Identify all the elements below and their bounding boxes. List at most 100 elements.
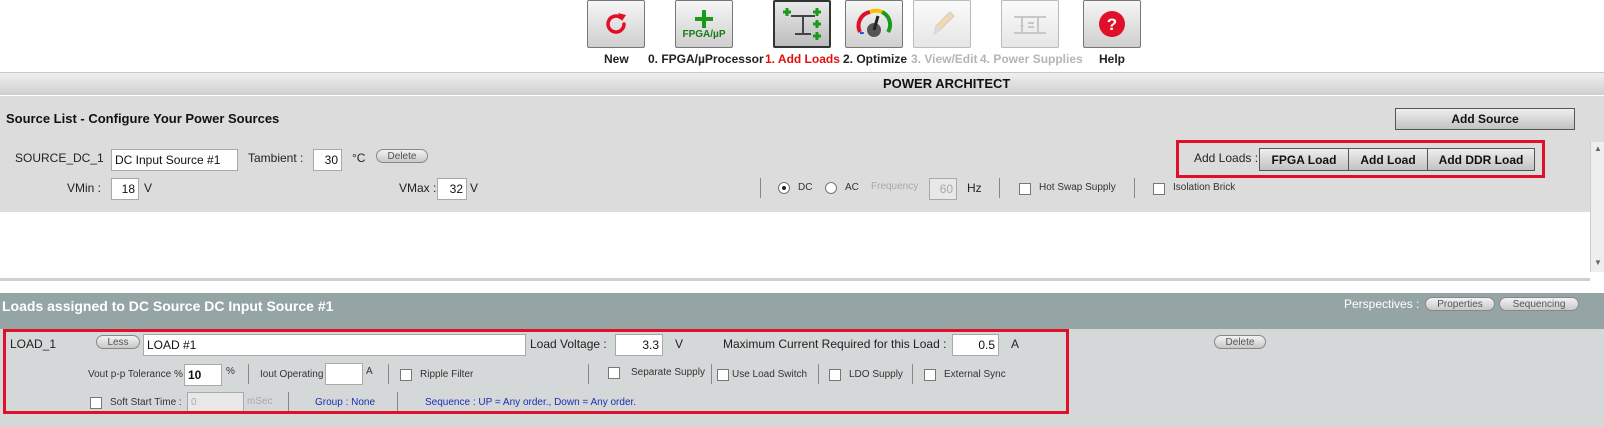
iout-input[interactable] [325,363,363,385]
power-supplies-button[interactable] [1001,0,1059,48]
load-delete-button[interactable]: Delete [1214,335,1266,349]
vmax-label: VMax : [399,181,437,195]
group-text: Group : None [315,397,376,408]
fpga-button[interactable]: FPGA/µP [675,0,733,48]
tambient-input[interactable] [313,149,342,171]
load-switch-label: Use Load Switch [732,369,808,380]
separator [711,364,712,384]
source-scrollbar[interactable]: ▲ ▼ [1590,142,1604,272]
source-delete-button[interactable]: Delete [376,149,428,163]
soft-start-label: Soft Start Time : [110,397,182,408]
help-button[interactable]: ? [1083,0,1141,48]
max-current-input[interactable] [952,334,999,356]
optimize-button[interactable] [845,0,903,48]
frequency-unit: Hz [967,181,982,195]
less-button[interactable]: Less [96,335,140,349]
tambient-unit: °C [352,151,366,165]
vmin-label: VMin : [67,181,102,195]
circuit-icon [1014,16,1046,34]
load-voltage-unit: V [675,337,684,351]
separator [999,178,1000,198]
add-loads-button[interactable] [773,0,831,48]
soft-start-unit: mSec [247,396,273,407]
frequency-input[interactable] [929,178,957,200]
add-loads-icon [783,8,821,40]
vmin-unit: V [144,181,153,195]
view-edit-button[interactable] [913,0,971,48]
frequency-label: Frequency [871,181,919,192]
ldo-supply-checkbox[interactable] [829,369,841,381]
add-loads-label: 1. Add Loads [765,52,840,66]
svg-text:?: ? [1107,15,1117,34]
power-supplies-label: 4. Power Supplies [980,52,1083,66]
fpga-plus-icon [695,9,713,28]
help-icon: ? [1099,11,1125,37]
ripple-filter-label: Ripple Filter [420,369,474,380]
optimize-label: 2. Optimize [843,52,908,66]
separate-supply-label: Separate Supply [631,367,705,378]
hot-swap-checkbox[interactable] [1019,183,1031,195]
load-id: LOAD_1 [10,337,57,351]
vmax-input[interactable] [437,178,467,200]
sequencing-button[interactable]: Sequencing [1499,297,1579,311]
scroll-down-icon[interactable]: ▼ [1594,258,1602,267]
fpga-load-button[interactable]: FPGA Load [1259,148,1349,171]
separator [388,364,389,384]
separator [397,392,398,412]
pencil-icon [933,11,955,36]
dc-radio[interactable] [778,182,790,194]
vout-tolerance-label: Vout p-p Tolerance % [88,369,183,380]
fpga-label: 0. FPGA/µProcessor [648,52,764,66]
hot-swap-label: Hot Swap Supply [1039,182,1116,193]
tambient-label: Tambient : [248,151,304,165]
add-ddr-load-button[interactable]: Add DDR Load [1427,148,1535,171]
isolation-label: Isolation Brick [1173,182,1236,193]
load-name-input[interactable] [143,334,526,356]
new-button[interactable] [587,0,645,48]
separate-supply-checkbox[interactable] [608,367,620,379]
separator [288,392,289,412]
scroll-up-icon[interactable]: ▲ [1594,144,1602,153]
separator [912,364,913,384]
app-title-bar: POWER ARCHITECT [0,72,1604,95]
properties-button[interactable]: Properties [1425,297,1495,311]
source-name-input[interactable] [111,149,238,171]
sequence-text: Sequence : UP = Any order., Down = Any o… [425,397,637,408]
dc-label: DC [798,182,813,193]
load-switch-checkbox[interactable] [717,369,729,381]
source-id: SOURCE_DC_1 [15,151,104,165]
separator [1134,178,1135,198]
loads-title: Loads assigned to DC Source DC Input Sou… [2,298,334,314]
ac-radio[interactable] [825,182,837,194]
iout-label: Iout Operating [260,369,324,380]
ldo-supply-label: LDO Supply [849,369,903,380]
separator [818,364,819,384]
vmax-unit: V [470,181,479,195]
separator [760,178,761,198]
ac-label: AC [845,182,859,193]
load-voltage-input[interactable] [615,334,663,356]
external-sync-label: External Sync [944,369,1006,380]
separator [248,364,249,384]
ripple-filter-checkbox[interactable] [400,369,412,381]
add-load-button[interactable]: Add Load [1348,148,1428,171]
gauge-icon [856,8,893,37]
vout-tolerance-input[interactable] [184,364,222,386]
help-label: Help [1099,52,1126,66]
new-label: New [604,52,629,66]
add-source-button[interactable]: Add Source [1395,108,1575,130]
soft-start-checkbox[interactable] [90,397,102,409]
source-list-area [0,212,1590,281]
vmin-input[interactable] [111,178,139,200]
refresh-icon [606,13,626,34]
vout-tolerance-unit: % [226,366,235,377]
max-current-unit: A [1011,337,1020,351]
isolation-checkbox[interactable] [1153,183,1165,195]
separator [588,364,589,384]
add-loads-label: Add Loads : [1194,151,1259,165]
fpga-icon-text: FPGA/µP [682,28,726,40]
perspectives-label: Perspectives : [1344,297,1420,311]
soft-start-input[interactable] [187,392,244,412]
iout-unit: A [366,366,373,377]
external-sync-checkbox[interactable] [924,369,936,381]
